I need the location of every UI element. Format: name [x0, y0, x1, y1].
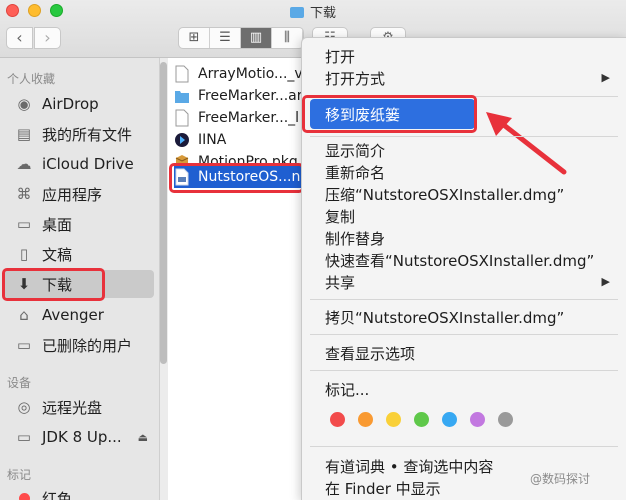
folder-icon — [289, 7, 304, 18]
menu-item-open[interactable]: 打开 — [325, 46, 355, 67]
sidebar-item-label: 我的所有文件 — [42, 125, 133, 144]
menu-item-open-with[interactable]: 打开方式 — [325, 68, 616, 89]
devices-section-label: 设备 — [7, 376, 32, 390]
sidebar-item-all-files[interactable]: ▤ 我的所有文件 — [4, 120, 154, 148]
submenu-arrow-icon: ▶ — [601, 275, 610, 288]
document-icon — [175, 109, 189, 127]
menu-item-compress[interactable]: 压缩“NutstoreOSXInstaller.dmg” — [325, 184, 564, 205]
watermark: @数码探讨 — [530, 472, 591, 486]
iina-app-icon — [175, 133, 189, 147]
documents-icon: ▯ — [19, 245, 29, 263]
file-row[interactable]: ArrayMotio..._v — [174, 63, 304, 85]
menu-item-duplicate[interactable]: 复制 — [325, 206, 355, 227]
sidebar-item-label: 红色 — [42, 489, 73, 500]
desktop-icon: ▭ — [16, 215, 32, 233]
cloud-icon: ☁ — [16, 155, 32, 173]
tag-blue-button[interactable] — [442, 412, 457, 427]
sidebar-item-label: JDK 8 Up... — [42, 428, 122, 446]
tag-orange-button[interactable] — [358, 412, 373, 427]
sidebar-item-label: 已删除的用户 — [42, 336, 133, 355]
window-title-text: 下载 — [309, 6, 336, 21]
window-title: 下载 — [0, 2, 626, 21]
selected-file-highlight-box — [169, 163, 304, 193]
menu-item-get-info[interactable]: 显示简介 — [325, 140, 385, 161]
file-row[interactable]: IINA — [174, 129, 304, 151]
sidebar: 个人收藏 ◉ AirDrop ▤ 我的所有文件 ☁ iCloud Drive ⌘… — [0, 58, 160, 500]
sidebar-item-label: Avenger — [42, 306, 104, 324]
submenu-arrow-icon: ▶ — [601, 71, 610, 84]
gallery-view-button[interactable]: ⫼ — [272, 28, 303, 48]
tag-purple-button[interactable] — [470, 412, 485, 427]
menu-item-view-options[interactable]: 查看显示选项 — [325, 343, 415, 364]
menu-item-tags[interactable]: 标记... — [325, 379, 369, 400]
folder-icon: ▭ — [16, 336, 32, 354]
menu-item-quick-look[interactable]: 快速查看“NutstoreOSXInstaller.dmg” — [325, 250, 594, 271]
icon-view-button[interactable]: ⊞ — [179, 28, 210, 48]
column-view-button[interactable]: ▥ — [241, 28, 272, 48]
sidebar-item-label: iCloud Drive — [42, 155, 134, 173]
downloads-highlight-box — [2, 268, 105, 301]
file-name: IINA — [198, 132, 227, 148]
tag-yellow-button[interactable] — [386, 412, 401, 427]
context-menu: 打开 打开方式 ▶ 移到废纸篓 显示简介 重新命名 压缩“NutstoreOSX… — [301, 37, 626, 500]
menu-item-show-in-finder[interactable]: 在 Finder 中显示 — [325, 478, 441, 499]
menu-item-copy[interactable]: 拷贝“NutstoreOSXInstaller.dmg” — [325, 307, 564, 328]
folder-icon — [175, 91, 189, 103]
document-icon — [175, 65, 189, 83]
applications-icon: ⌘ — [16, 185, 32, 203]
favorites-section-label: 个人收藏 — [7, 72, 56, 86]
sidebar-item-desktop[interactable]: ▭ 桌面 — [4, 210, 154, 238]
sidebar-scrollbar[interactable] — [160, 62, 167, 364]
menu-separator — [310, 446, 618, 447]
sidebar-item-label: AirDrop — [42, 95, 99, 113]
menu-item-share[interactable]: 共享 — [325, 272, 355, 293]
file-name: FreeMarker..._l — [198, 110, 300, 126]
sidebar-item-label: 文稿 — [42, 245, 73, 264]
sidebar-item-avenger[interactable]: ⌂ Avenger — [4, 301, 154, 329]
sidebar-item-documents[interactable]: ▯ 文稿 — [4, 240, 154, 268]
sidebar-item-icloud-drive[interactable]: ☁ iCloud Drive — [4, 150, 154, 178]
tags-section-label: 标记 — [7, 468, 32, 482]
annotation-arrow-icon — [486, 112, 567, 175]
sidebar-item-applications[interactable]: ⌘ 应用程序 — [4, 180, 154, 208]
move-to-trash-highlight-box — [302, 95, 477, 133]
menu-separator — [310, 136, 618, 137]
sidebar-item-deleted-users[interactable]: ▭ 已删除的用户 — [4, 331, 154, 359]
back-button[interactable]: ‹ — [6, 27, 33, 49]
red-tag-icon — [14, 488, 34, 500]
file-row[interactable]: FreeMarker...ar — [174, 85, 304, 107]
list-view-button[interactable]: ☰ — [210, 28, 241, 48]
sidebar-item-label: 桌面 — [42, 215, 73, 234]
view-mode-switcher: ⊞ ☰ ▥ ⫼ — [178, 27, 304, 49]
sidebar-item-label: 应用程序 — [42, 185, 103, 204]
menu-separator — [310, 299, 618, 300]
menu-separator — [310, 334, 618, 335]
menu-item-make-alias[interactable]: 制作替身 — [325, 228, 385, 249]
sidebar-item-label: 远程光盘 — [42, 398, 103, 417]
menu-item-youdao-lookup[interactable]: 有道词典 • 查询选中内容 — [325, 456, 493, 477]
menu-item-rename[interactable]: 重新命名 — [325, 162, 385, 183]
file-column: ArrayMotio..._v FreeMarker...ar FreeMark… — [168, 58, 304, 500]
disc-icon: ◎ — [17, 398, 31, 416]
eject-icon[interactable]: ⏏ — [138, 431, 148, 444]
forward-button[interactable]: › — [34, 27, 61, 49]
file-name: FreeMarker...ar — [198, 88, 303, 104]
sidebar-item-tag-red[interactable]: 红色 — [4, 484, 154, 500]
tag-red-button[interactable] — [330, 412, 345, 427]
file-name: ArrayMotio..._v — [198, 66, 303, 82]
disk-icon: ▭ — [16, 428, 32, 446]
sidebar-item-jdk[interactable]: ▭ JDK 8 Up... ⏏ — [4, 423, 154, 451]
file-row[interactable]: FreeMarker..._l — [174, 107, 304, 129]
airdrop-icon: ◉ — [17, 95, 31, 113]
home-icon: ⌂ — [19, 306, 29, 324]
sidebar-item-airdrop[interactable]: ◉ AirDrop — [4, 90, 154, 118]
sidebar-item-remote-disc[interactable]: ◎ 远程光盘 — [4, 393, 154, 421]
all-files-icon: ▤ — [16, 125, 32, 143]
tag-gray-button[interactable] — [498, 412, 513, 427]
menu-item-label: 打开方式 — [325, 70, 386, 88]
tag-green-button[interactable] — [414, 412, 429, 427]
menu-separator — [310, 370, 618, 371]
